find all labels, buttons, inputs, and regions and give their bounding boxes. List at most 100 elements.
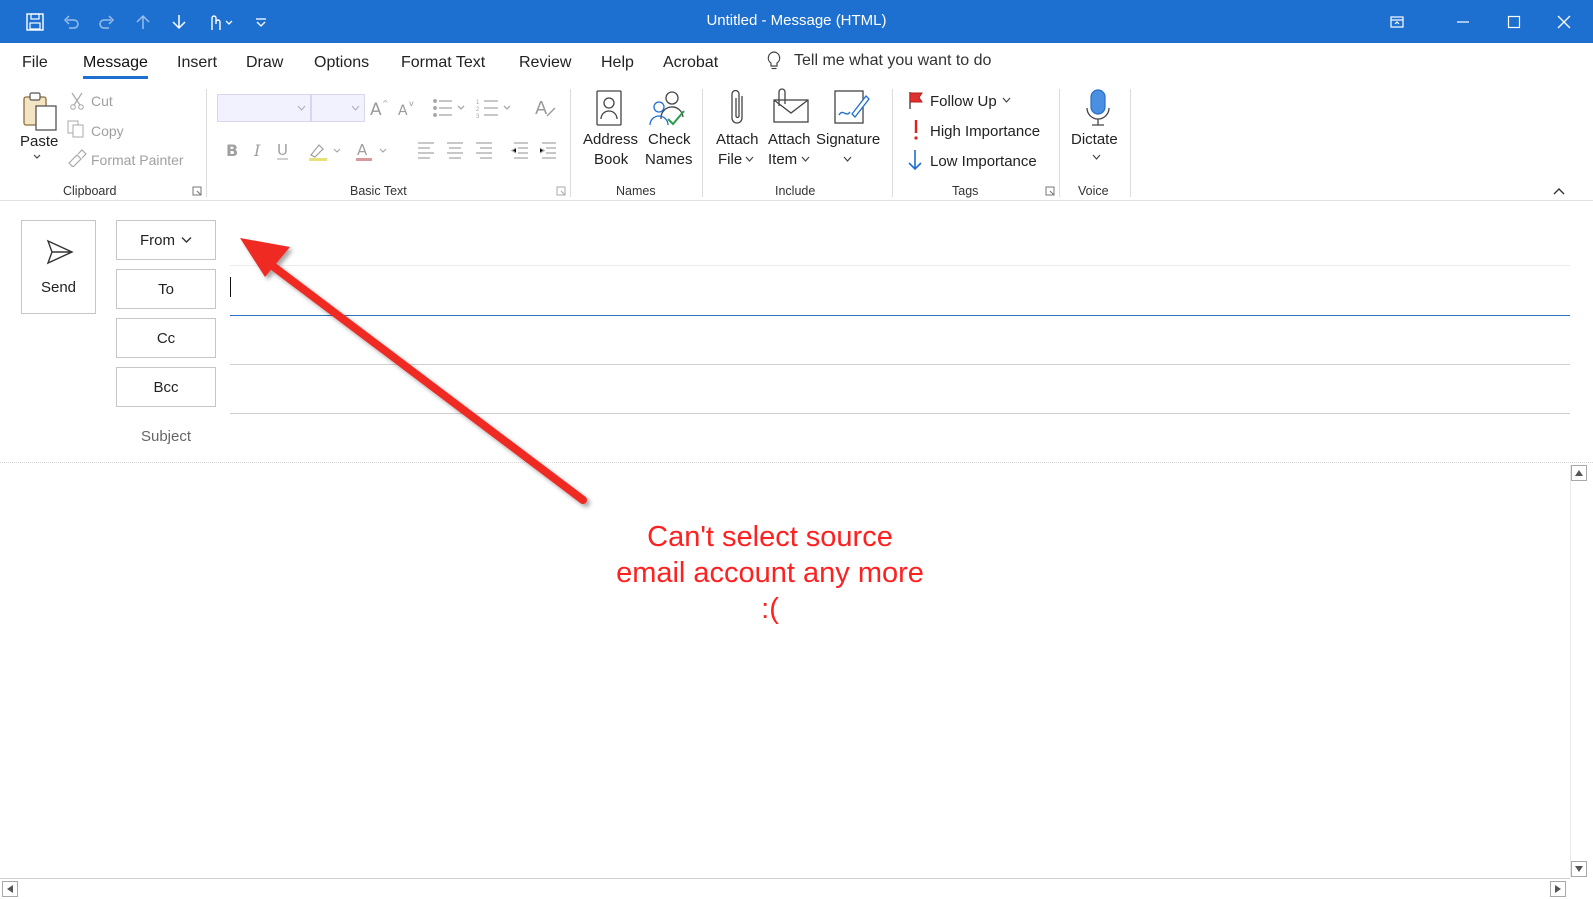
chevron-down-icon: [1002, 97, 1011, 103]
svg-text:A: A: [398, 103, 408, 118]
ribbon-display-options-icon[interactable]: [1374, 0, 1420, 43]
from-label: From: [140, 231, 175, 249]
subject-label: Subject: [140, 428, 192, 445]
collapse-ribbon-icon[interactable]: [1553, 186, 1565, 196]
voice-group-label: Voice: [1078, 184, 1109, 198]
svg-text:A: A: [535, 98, 548, 119]
cut-icon: [70, 92, 84, 110]
attach-item-icon[interactable]: [769, 88, 811, 126]
message-body-divider: [0, 462, 1593, 463]
maximize-icon[interactable]: [1491, 0, 1537, 43]
to-input[interactable]: [230, 315, 1570, 316]
paste-icon[interactable]: [19, 90, 61, 132]
copy-button[interactable]: Copy: [91, 123, 124, 139]
signature-icon[interactable]: [832, 88, 870, 126]
format-painter-button[interactable]: Format Painter: [91, 152, 184, 168]
chevron-down-icon: [1092, 154, 1101, 160]
paste-dropdown-chevron-icon[interactable]: [32, 153, 42, 161]
tell-me-text: Tell me what you want to do: [794, 52, 992, 69]
bcc-input[interactable]: [230, 413, 1570, 414]
send-button[interactable]: Send: [21, 220, 96, 314]
attach-item-label-2[interactable]: Item: [768, 151, 797, 168]
microphone-icon[interactable]: [1084, 88, 1112, 128]
clipboard-group-label: Clipboard: [63, 184, 117, 198]
tags-launcher-icon[interactable]: [1045, 186, 1055, 196]
chevron-down-icon: [801, 156, 810, 162]
chevron-down-icon: [297, 105, 306, 111]
horizontal-scrollbar[interactable]: [0, 878, 1570, 899]
grow-shrink-font-icon[interactable]: A ^ Av: [370, 98, 424, 118]
attach-file-label-1[interactable]: Attach: [716, 131, 759, 148]
svg-text:3: 3: [476, 114, 480, 119]
address-book-icon[interactable]: [594, 89, 624, 127]
clear-formatting-icon[interactable]: A: [535, 96, 557, 120]
follow-up-flag-icon: [909, 92, 923, 109]
svg-text:A: A: [357, 141, 368, 159]
annotation-line-2: email account any more: [616, 557, 924, 589]
ribbon: Paste Cut Copy Format Painter Clipboard …: [0, 83, 1593, 201]
signature-button[interactable]: Signature: [816, 131, 880, 148]
tab-draw[interactable]: Draw: [246, 54, 283, 72]
tab-help[interactable]: Help: [601, 54, 634, 72]
scroll-left-arrow-icon[interactable]: [2, 881, 18, 897]
svg-text:v: v: [409, 99, 414, 108]
ribbon-separator: [1130, 89, 1131, 197]
ribbon-separator: [206, 89, 207, 197]
tab-acrobat[interactable]: Acrobat: [663, 54, 718, 72]
chevron-down-icon: [843, 156, 852, 162]
close-icon[interactable]: [1541, 0, 1587, 43]
address-book-label-2[interactable]: Book: [594, 151, 628, 168]
from-button[interactable]: From: [116, 220, 216, 260]
attach-item-label-1[interactable]: Attach: [768, 131, 811, 148]
cc-button[interactable]: Cc: [116, 318, 216, 358]
send-icon: [46, 239, 74, 265]
scroll-right-arrow-icon[interactable]: [1550, 881, 1566, 897]
annotation-line-3: :(: [761, 593, 779, 625]
tell-me-search[interactable]: Tell me what you want to do: [766, 51, 991, 71]
svg-text:^: ^: [382, 99, 389, 108]
clipboard-launcher-icon[interactable]: [192, 186, 202, 196]
tab-options[interactable]: Options: [314, 54, 369, 72]
cut-button[interactable]: Cut: [91, 93, 113, 109]
ribbon-separator: [1059, 89, 1060, 197]
ribbon-separator: [892, 89, 893, 197]
scroll-down-arrow-icon[interactable]: [1571, 861, 1587, 877]
basic-text-launcher-icon[interactable]: [556, 186, 566, 196]
bcc-button[interactable]: Bcc: [116, 367, 216, 407]
tab-review[interactable]: Review: [519, 54, 571, 72]
basic-text-group-label: Basic Text: [350, 184, 407, 198]
tab-insert[interactable]: Insert: [177, 54, 217, 72]
bullets-numbering-icon[interactable]: 123: [432, 97, 528, 119]
follow-up-button[interactable]: Follow Up: [930, 93, 997, 110]
paragraph-align-icons[interactable]: [416, 139, 561, 161]
high-importance-button[interactable]: High Importance: [930, 123, 1040, 140]
minimize-icon[interactable]: [1440, 0, 1486, 43]
to-label: To: [158, 280, 174, 298]
tab-message[interactable]: Message: [83, 54, 148, 79]
attach-file-icon[interactable]: [728, 88, 748, 128]
check-names-label-2[interactable]: Names: [645, 151, 693, 168]
font-style-buttons-icon[interactable]: BIU A: [224, 139, 404, 163]
to-button[interactable]: To: [116, 269, 216, 309]
low-importance-button[interactable]: Low Importance: [930, 153, 1037, 170]
dictate-button[interactable]: Dictate: [1071, 131, 1118, 148]
lightbulb-icon: [767, 51, 781, 70]
scroll-up-arrow-icon[interactable]: [1571, 465, 1587, 481]
chevron-down-icon: [351, 105, 360, 111]
check-names-label-1[interactable]: Check: [648, 131, 691, 148]
attach-file-label-2[interactable]: File: [718, 151, 742, 168]
check-names-icon[interactable]: [648, 89, 688, 127]
vertical-scrollbar[interactable]: [1570, 465, 1587, 877]
paste-button[interactable]: Paste: [20, 133, 58, 150]
ribbon-separator: [570, 89, 571, 197]
copy-icon: [67, 120, 84, 138]
font-size-combobox[interactable]: [311, 94, 365, 122]
font-name-combobox[interactable]: [217, 94, 311, 122]
include-group-label: Include: [775, 184, 816, 198]
cc-input[interactable]: [230, 364, 1570, 365]
tab-file[interactable]: File: [22, 54, 48, 72]
tags-group-label: Tags: [952, 184, 979, 198]
cc-label: Cc: [156, 329, 176, 347]
address-book-label-1[interactable]: Address: [583, 131, 638, 148]
tab-format-text[interactable]: Format Text: [401, 54, 485, 72]
